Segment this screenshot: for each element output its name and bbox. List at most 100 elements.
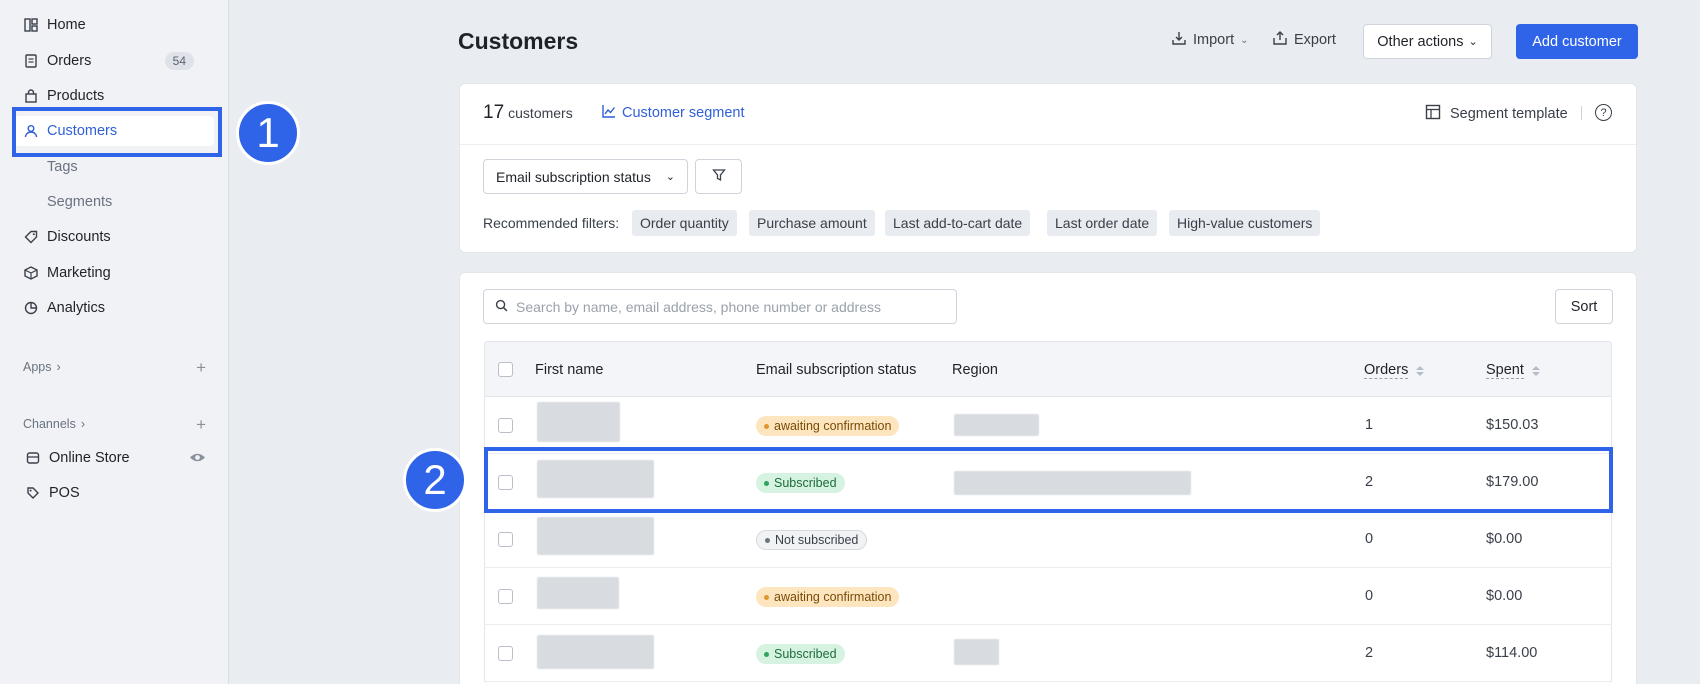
segment-template-button[interactable]: Segment template [1425,104,1568,124]
filter-icon [711,168,726,186]
apps-label: Apps [23,360,52,374]
eye-icon[interactable] [189,451,206,464]
sidebar-item-pos[interactable]: POS [16,478,216,508]
sidebar-item-products[interactable]: Products [14,81,214,111]
sidebar-item-home[interactable]: Home [14,10,214,40]
line-chart-icon [602,104,616,122]
sidebar-item-discounts[interactable]: Discounts [14,222,214,252]
row-checkbox[interactable] [498,532,513,547]
redacted-region [954,414,1039,436]
row-checkbox[interactable] [498,646,513,661]
sidebar-item-label: Online Store [49,450,130,466]
import-button[interactable]: Import ⌄ [1171,30,1248,50]
chevron-down-icon: ⌄ [665,171,675,183]
customer-segment-label: Customer segment [622,105,745,121]
sidebar-item-marketing[interactable]: Marketing [14,258,214,288]
spent-cell: $150.03 [1486,417,1539,433]
filter-chip-last-order-date[interactable]: Last order date [1047,210,1158,236]
sort-button[interactable]: Sort [1555,289,1613,324]
sidebar-item-label: Analytics [47,300,106,316]
redacted-name [537,635,654,669]
sidebar-item-label: Products [47,88,105,104]
add-app-icon[interactable]: + [196,359,206,376]
other-actions-button[interactable]: Other actions ⌄ [1363,24,1492,59]
orders-icon [24,54,38,68]
sidebar: Home Orders 54 Products Customers Tags S… [0,0,229,684]
select-all-checkbox[interactable] [498,362,513,377]
sidebar-item-tags[interactable]: Tags [14,152,214,182]
sidebar-item-label: Home [47,17,86,33]
divider [1581,106,1582,120]
home-icon [24,18,38,32]
orders-cell: 0 [1365,531,1374,547]
sidebar-item-label: Customers [47,123,118,139]
customer-count: 17 customers [483,102,573,124]
upload-icon [1272,30,1288,50]
column-header-first-name[interactable]: First name [535,362,604,378]
table-row[interactable]: awaiting confirmation 1 $150.03 [484,397,1612,454]
sidebar-item-label: Segments [47,194,113,210]
filter-chip-last-add-to-cart-date[interactable]: Last add-to-cart date [885,210,1031,236]
segment-template-label: Segment template [1450,106,1568,122]
spent-cell: $0.00 [1486,531,1523,547]
column-header-email-status[interactable]: Email subscription status [756,362,916,378]
sort-arrows-icon [1531,365,1540,376]
orders-cell: 2 [1365,474,1374,490]
sidebar-item-label: POS [49,485,80,501]
table-row[interactable]: Subscribed 2 $114.00 [484,625,1612,682]
redacted-region [954,639,999,665]
column-header-spent[interactable]: Spent [1486,362,1540,379]
table-row[interactable]: awaiting confirmation 0 $0.00 [484,568,1612,625]
customer-search-input[interactable]: Search by name, email address, phone num… [483,289,957,324]
filter-chip-order-quantity[interactable]: Order quantity [632,210,737,236]
status-badge: Subscribed [756,644,845,664]
sidebar-item-segments[interactable]: Segments [14,187,214,217]
row-checkbox[interactable] [498,418,513,433]
redacted-name [537,517,654,555]
status-label: awaiting confirmation [774,590,892,604]
status-badge: Subscribed [756,473,845,493]
redacted-name [537,460,654,498]
help-icon[interactable]: ? [1595,104,1612,121]
status-label: Subscribed [774,647,837,661]
sidebar-item-analytics[interactable]: Analytics [14,293,214,323]
add-customer-button[interactable]: Add customer [1516,24,1638,59]
column-header-region[interactable]: Region [952,362,998,378]
search-icon [495,299,508,315]
add-channel-icon[interactable]: + [196,416,206,433]
sidebar-item-online-store[interactable]: Online Store [16,443,216,473]
channels-section-toggle[interactable]: Channels › [23,417,85,431]
redacted-name [537,577,619,609]
sidebar-item-label: Marketing [47,265,111,281]
box-icon [24,266,38,280]
status-badge: Not subscribed [756,530,868,550]
advanced-filter-button[interactable] [695,159,742,194]
email-subscription-filter-dropdown[interactable]: Email subscription status ⌄ [483,159,688,194]
filter-chip-high-value-customers[interactable]: High-value customers [1169,210,1321,236]
other-actions-label: Other actions [1377,33,1464,50]
filter-chip-purchase-amount[interactable]: Purchase amount [749,210,875,236]
table-row[interactable]: Not subscribed 0 $0.00 [484,511,1612,568]
export-label: Export [1294,32,1336,48]
sidebar-item-customers[interactable]: Customers [14,116,214,146]
user-icon [24,124,38,138]
callout-marker-2: 2 [403,448,467,512]
search-placeholder: Search by name, email address, phone num… [516,298,881,315]
spent-cell: $179.00 [1486,474,1539,490]
column-header-orders[interactable]: Orders [1364,362,1425,379]
chevron-right-icon: › [56,360,61,374]
table-header: First name Email subscription status Reg… [484,341,1612,397]
callout-marker-1: 1 [236,101,300,165]
redacted-region [954,471,1191,495]
export-button[interactable]: Export [1272,30,1336,50]
chevron-down-icon: ⌄ [1468,36,1478,48]
customer-segment-link[interactable]: Customer segment [602,104,745,122]
tag-icon [24,230,38,244]
sidebar-item-orders[interactable]: Orders 54 [14,46,214,76]
apps-section-toggle[interactable]: Apps › [23,360,61,374]
table-row[interactable]: Subscribed 2 $179.00 [484,454,1612,511]
row-checkbox[interactable] [498,475,513,490]
status-badge: awaiting confirmation [756,416,900,436]
filter-dropdown-label: Email subscription status [496,168,651,185]
row-checkbox[interactable] [498,589,513,604]
